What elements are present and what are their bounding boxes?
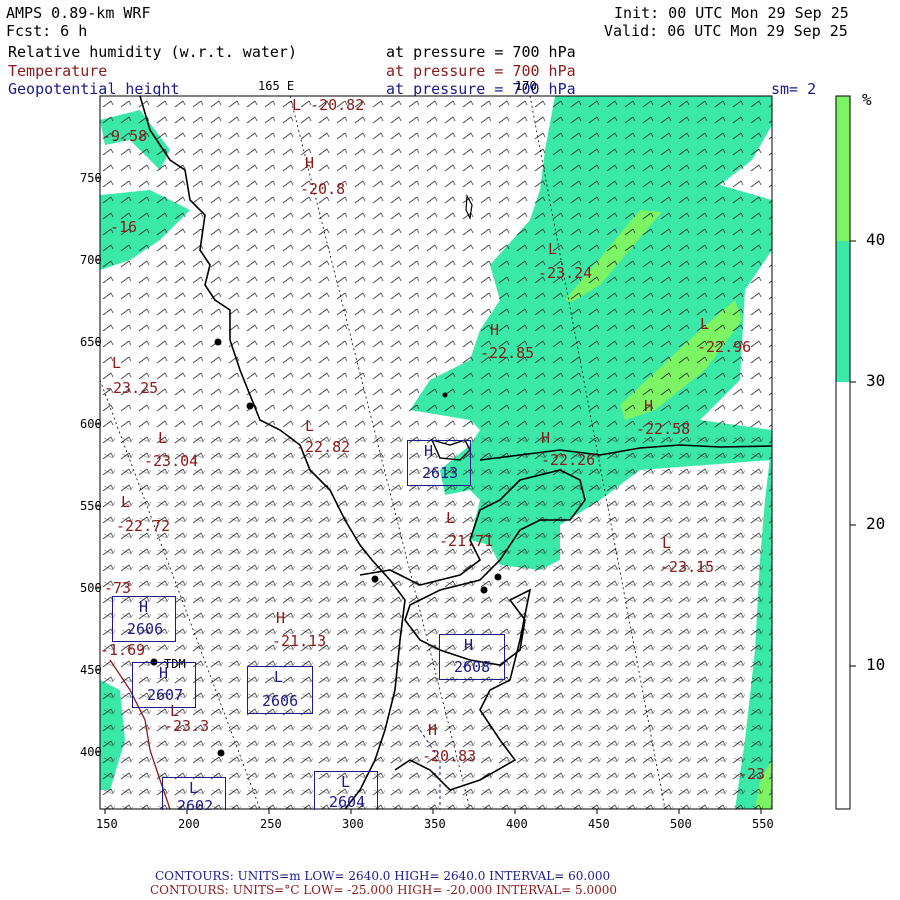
y-tick-label: 600 [80, 417, 102, 431]
colorbar-tick-label: 20 [866, 514, 886, 533]
temp-marker-type: L [121, 493, 131, 511]
x-tick-label: 200 [178, 817, 200, 831]
y-tick-label: 450 [80, 663, 102, 677]
temp-marker-type: H [541, 429, 551, 447]
x-tick-label: 150 [96, 817, 118, 831]
temp-marker-value: -23.25 [104, 379, 159, 397]
temp-marker-value: -20.8 [300, 180, 346, 198]
map-page: { "header": { "model": "AMPS 0.89-km WRF… [0, 0, 900, 900]
height-box: H 2613 [407, 440, 471, 486]
temp-marker: L -20.82 [292, 96, 365, 114]
height-marker-type: L [189, 779, 199, 797]
y-tick-label: 500 [80, 581, 102, 595]
temp-marker-value: -22.58 [636, 420, 691, 438]
temp-marker-value: -22.85 [480, 344, 535, 362]
temp-marker-type: L [305, 417, 315, 435]
temp-marker-type: L [158, 429, 168, 447]
temp-marker-value: -22.82 [296, 438, 351, 456]
temp-marker-type: H [276, 609, 286, 627]
height-marker-type: H [424, 442, 434, 460]
temp-marker-type: H [490, 321, 500, 339]
temp-marker-value: -22.96 [697, 338, 752, 356]
edge-value: -73 [104, 579, 132, 597]
temp-marker-value: -23.04 [144, 452, 199, 470]
height-marker-type: H [139, 598, 149, 616]
temp-marker-value: -23.3 [164, 717, 210, 735]
colorbar-tick-label: 30 [866, 371, 886, 390]
edge-value: -9.58 [102, 127, 148, 145]
y-tick-label: 650 [80, 335, 102, 349]
y-tick-label: 750 [80, 171, 102, 185]
height-marker-value: 2602 [177, 797, 214, 810]
x-tick-label: 300 [342, 817, 364, 831]
temp-marker-value: -23.15 [660, 558, 715, 576]
height-marker-type: H [464, 636, 474, 654]
height-marker-value: 2604 [329, 793, 366, 811]
colorbar [835, 95, 856, 810]
temp-marker-type: H [428, 721, 438, 739]
meridian-label-170: 170 [515, 79, 537, 93]
height-marker-value: 2608 [454, 658, 491, 676]
colorbar-unit: % [862, 90, 872, 109]
x-tick-label: 500 [670, 817, 692, 831]
temp-marker-type: H [644, 397, 654, 415]
y-tick-label: 700 [80, 253, 102, 267]
height-marker-type: L [341, 773, 351, 791]
height-box: H 2608 [439, 634, 505, 680]
x-tick-label: 550 [752, 817, 774, 831]
x-tick-label: 400 [506, 817, 528, 831]
temp-marker-type: L [446, 509, 456, 527]
temp-marker-value: -21.71 [439, 532, 494, 550]
edge-value: -1.69 [100, 641, 146, 659]
x-tick-label: 350 [424, 817, 446, 831]
height-box: H 2606 [112, 596, 176, 642]
footer-temp-contours: CONTOURS: UNITS=°C LOW= -25.000 HIGH= -2… [150, 883, 618, 897]
temp-marker-value: -20.83 [422, 747, 477, 765]
height-marker-value: 2606 [127, 620, 164, 638]
y-tick-label: 400 [80, 745, 102, 759]
temp-marker-type: L [548, 240, 558, 258]
height-box: L 2606 [247, 666, 313, 714]
edge-value: -23 [738, 765, 766, 783]
height-marker-value: 2606 [262, 692, 299, 710]
temp-marker-value: -22.72 [116, 517, 171, 535]
edge-value: -16 [110, 218, 138, 236]
temp-marker-type: L [662, 534, 672, 552]
temp-marker-type: H [305, 154, 315, 172]
height-box: H 2607 [132, 662, 196, 708]
y-tick-label: 550 [80, 499, 102, 513]
height-box: L 2604 [314, 771, 378, 810]
colorbar-tick-label: 40 [866, 230, 886, 249]
height-marker-type: H [159, 664, 169, 682]
height-box: L 2602 [162, 777, 226, 810]
temp-marker-value: -22.26 [541, 451, 596, 469]
colorbar-tick-label: 10 [866, 655, 886, 674]
x-tick-label: 250 [260, 817, 282, 831]
height-marker-type: L [274, 668, 284, 686]
x-tick-label: 450 [588, 817, 610, 831]
temp-marker-type: L [112, 354, 122, 372]
temp-marker-value: -23.24 [538, 264, 593, 282]
temp-marker-type: L [700, 315, 710, 333]
temp-marker-value: -21.13 [272, 632, 327, 650]
height-marker-value: 2613 [422, 464, 459, 482]
height-marker-value: 2607 [147, 686, 184, 704]
